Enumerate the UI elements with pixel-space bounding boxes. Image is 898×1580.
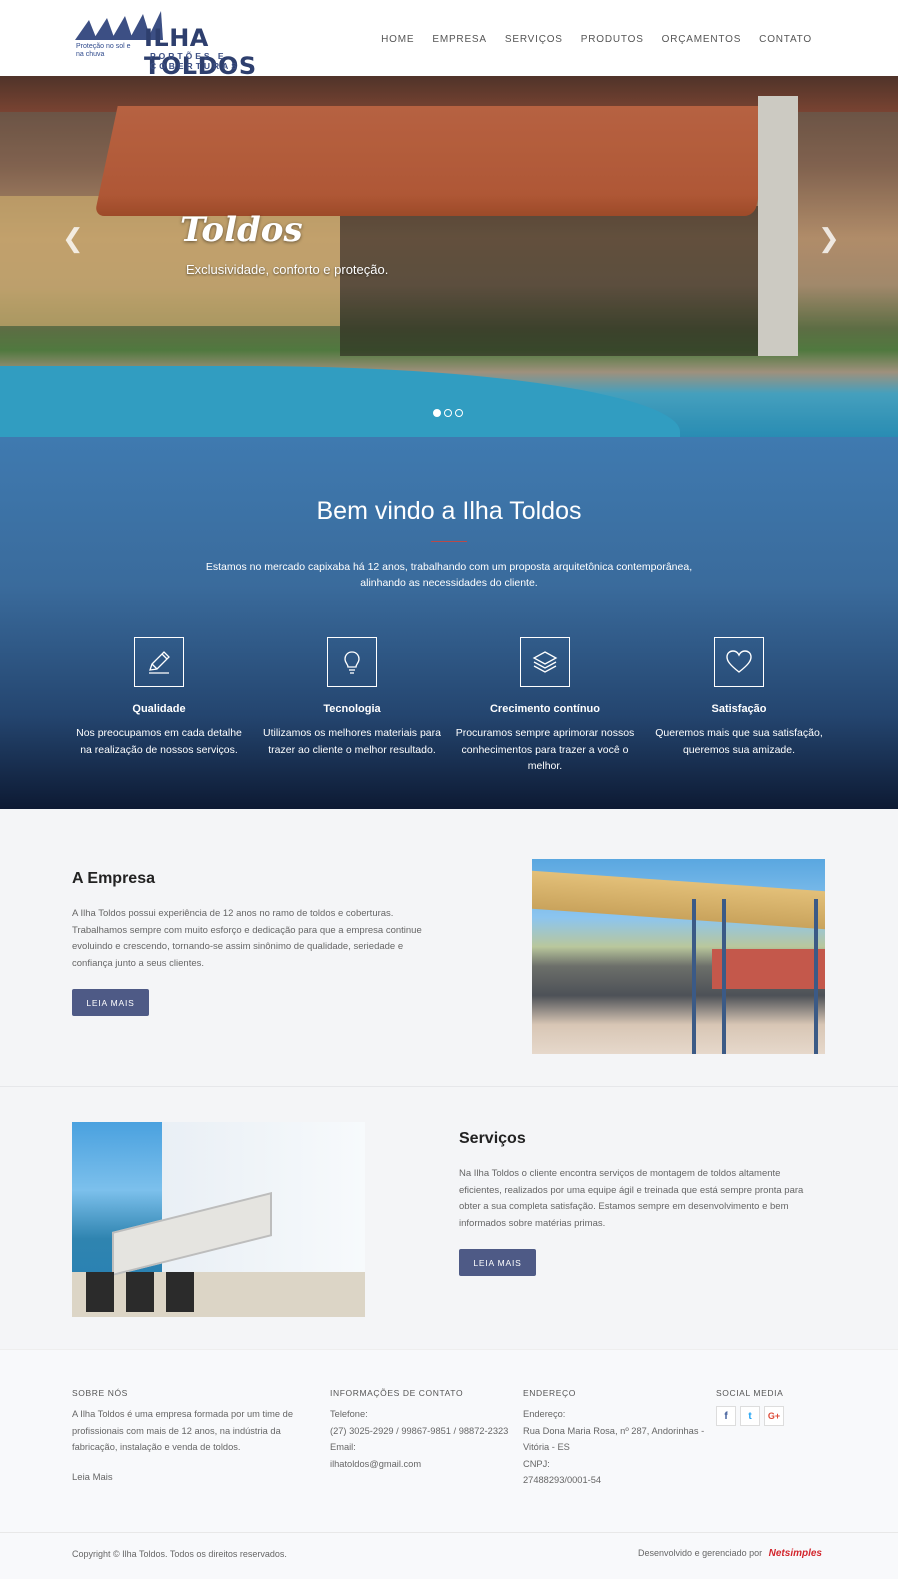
lightbulb-icon (327, 637, 377, 687)
empresa-photo (532, 859, 825, 1054)
footer-heading: SOCIAL MEDIA (716, 1388, 784, 1398)
developer-credit-text: Desenvolvido e gerenciado por (638, 1548, 763, 1558)
footer-heading: INFORMAÇÕES DE CONTATO (330, 1388, 464, 1398)
site-header: Proteção no sol e na chuva ILHA TOLDOS P… (0, 0, 898, 80)
welcome-section: Bem vindo a Ilha Toldos Estamos no merca… (0, 437, 898, 809)
photo-court (712, 949, 825, 989)
feature-title: Crecimento contínuo (489, 703, 600, 715)
pencil-icon (134, 637, 184, 687)
footer-about-text: A Ilha Toldos é uma empresa formada por … (72, 1409, 294, 1452)
cnpj-value: 27488293/0001-54 (523, 1475, 602, 1485)
nav-home[interactable]: HOME (381, 34, 414, 45)
feature-tecnologia: Tecnologia Utilizamos os melhores materi… (262, 637, 442, 758)
servicos-read-more-button[interactable]: LEIA MAIS (459, 1249, 536, 1276)
servicos-text: Na Ilha Toldos o cliente encontra serviç… (459, 1168, 804, 1229)
divider (431, 541, 467, 542)
empresa-read-more-button[interactable]: LEIA MAIS (72, 989, 149, 1016)
feature-qualidade: Qualidade Nos preocupamos em cada detalh… (69, 637, 249, 758)
photo-post (814, 899, 818, 1054)
servicos-section: Serviços Na Ilha Toldos o cliente encont… (0, 1087, 898, 1349)
footer-address-info: Endereço: Rua Dona Maria Rosa, nº 287, A… (523, 1406, 705, 1489)
logo-subtitle: PORTÕES E COBERTURAS (150, 51, 240, 71)
welcome-text: Estamos no mercado capixaba há 12 anos, … (205, 561, 693, 589)
photo-roof (532, 870, 825, 930)
feature-title: Satisfação (711, 703, 767, 715)
photo-post (692, 899, 696, 1054)
heart-icon (714, 637, 764, 687)
feature-satisfacao: Satisfação Queremos mais que sua satisfa… (649, 637, 829, 758)
feature-text: Procuramos sempre aprimorar nossos conhe… (455, 727, 635, 772)
empresa-text: A Ilha Toldos possui experiência de 12 a… (72, 908, 422, 969)
layers-icon (520, 637, 570, 687)
nav-contato[interactable]: CONTATO (759, 34, 812, 45)
slider-dot[interactable] (444, 409, 452, 417)
footer-address: ENDEREÇO Endereço: Rua Dona Maria Rosa, … (523, 1388, 705, 1489)
site-footer: SOBRE NÓS A Ilha Toldos é uma empresa fo… (0, 1349, 898, 1579)
facebook-icon[interactable]: f (716, 1406, 736, 1426)
hero-subtitle: Exclusividade, conforto e proteção. (186, 262, 389, 277)
email-label: Email: (330, 1442, 356, 1452)
developer-credit: Desenvolvido e gerenciado por Netsimples (638, 1548, 822, 1559)
empresa-title: A Empresa (72, 870, 155, 887)
social-links: f t G+ (716, 1406, 836, 1426)
footer-social: SOCIAL MEDIA f t G+ (716, 1388, 836, 1426)
logo[interactable]: Proteção no sol e na chuva ILHA TOLDOS P… (75, 10, 305, 80)
logo-slogan: Proteção no sol e na chuva (76, 43, 131, 58)
footer-contact: INFORMAÇÕES DE CONTATO Telefone: (27) 30… (330, 1388, 510, 1472)
copyright: Copyright © Ilha Toldos. Todos os direit… (72, 1549, 287, 1559)
hero-overlay (0, 76, 898, 437)
hero-slider: Toldos Exclusividade, conforto e proteçã… (0, 76, 898, 437)
slider-dot[interactable] (433, 409, 441, 417)
chevron-left-icon[interactable]: ❮ (62, 224, 84, 254)
footer-heading: ENDEREÇO (523, 1388, 576, 1398)
cnpj-label: CNPJ: (523, 1458, 550, 1469)
feature-crescimento: Crecimento contínuo Procuramos sempre ap… (455, 637, 635, 775)
slider-dot[interactable] (455, 409, 463, 417)
phone-label: Telefone: (330, 1409, 368, 1419)
feature-title: Qualidade (132, 703, 186, 715)
footer-heading: SOBRE NÓS (72, 1388, 128, 1398)
feature-text: Nos preocupamos em cada detalhe na reali… (76, 727, 242, 756)
feature-text: Utilizamos os melhores materiais para tr… (263, 727, 441, 756)
photo-chairs (86, 1272, 206, 1312)
servicos-photo (72, 1122, 365, 1317)
address-value: Rua Dona Maria Rosa, nº 287, Andorinhas … (523, 1425, 705, 1453)
chevron-right-icon[interactable]: ❯ (818, 224, 840, 254)
twitter-icon[interactable]: t (740, 1406, 760, 1426)
footer-contact-info: Telefone: (27) 3025-2929 / 99867-9851 / … (330, 1406, 510, 1472)
address-label: Endereço: (523, 1409, 566, 1419)
nav-produtos[interactable]: PRODUTOS (581, 34, 644, 45)
slider-dots (433, 409, 463, 417)
photo-post (722, 899, 726, 1054)
hero-title: Toldos (180, 210, 303, 250)
feature-title: Tecnologia (323, 703, 381, 715)
empresa-section: A Empresa A Ilha Toldos possui experiênc… (0, 809, 898, 1087)
nav-empresa[interactable]: EMPRESA (432, 34, 487, 45)
main-nav: HOME EMPRESA SERVIÇOS PRODUTOS ORÇAMENTO… (363, 34, 812, 45)
email-link[interactable]: ilhatoldos@gmail.com (330, 1456, 510, 1473)
nav-orcamentos[interactable]: ORÇAMENTOS (662, 34, 742, 45)
google-plus-icon[interactable]: G+ (764, 1406, 784, 1426)
developer-link[interactable]: Netsimples (769, 1548, 822, 1559)
nav-servicos[interactable]: SERVIÇOS (505, 34, 563, 45)
welcome-title: Bem vindo a Ilha Toldos (316, 497, 582, 525)
feature-text: Queremos mais que sua satisfação, querem… (655, 727, 823, 756)
footer-about: SOBRE NÓS A Ilha Toldos é uma empresa fo… (72, 1388, 300, 1483)
footer-read-more-link[interactable]: Leia Mais (72, 1472, 300, 1483)
footer-bottom-bar: Copyright © Ilha Toldos. Todos os direit… (0, 1532, 898, 1580)
phone-value: (27) 3025-2929 / 99867-9851 / 98872-2323 (330, 1425, 509, 1436)
servicos-title: Serviços (459, 1130, 526, 1147)
